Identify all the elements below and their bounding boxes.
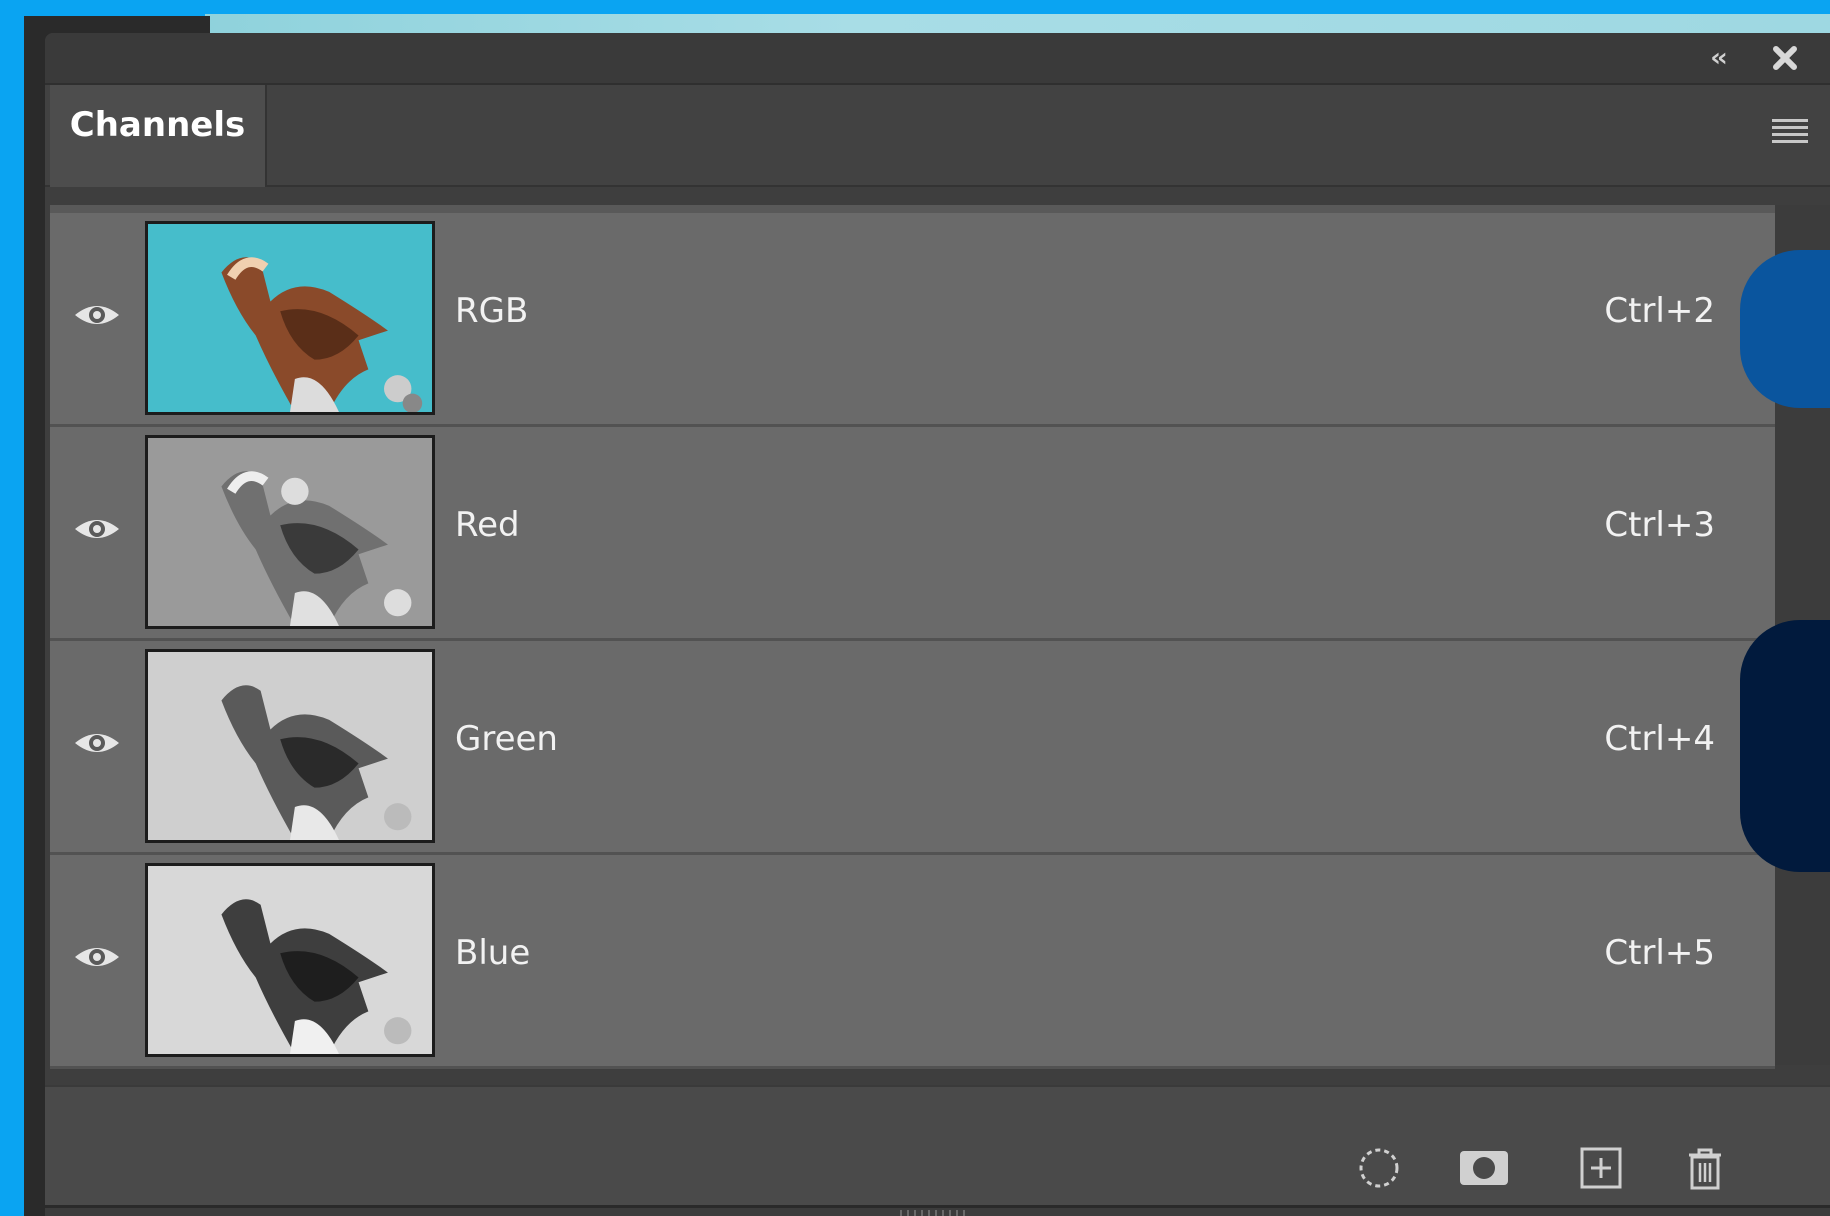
channel-name-green: Green	[455, 719, 558, 759]
channel-shortcut-blue: Ctrl+5	[1604, 933, 1715, 973]
tab-channels-label: Channels	[69, 105, 246, 145]
decorative-navy-shape	[1740, 620, 1830, 872]
visibility-toggle-red[interactable]	[72, 511, 122, 547]
channel-thumbnail-blue	[145, 863, 435, 1057]
visibility-toggle-rgb[interactable]	[72, 297, 122, 333]
new-channel-button[interactable]	[1577, 1145, 1625, 1191]
close-icon	[1773, 46, 1797, 70]
load-selection-icon	[1359, 1148, 1399, 1188]
channel-list: RGB Ctrl+2 Red Ctrl+3 Green Ctrl+4 Blue …	[50, 205, 1775, 1069]
delete-channel-button[interactable]	[1681, 1145, 1729, 1191]
panel-title-bar[interactable]: ‹‹	[45, 33, 1830, 85]
channel-row-blue[interactable]: Blue Ctrl+5	[50, 855, 1775, 1069]
channel-shortcut-red: Ctrl+3	[1604, 505, 1715, 545]
channels-panel: ‹‹ Channels RGB Ctrl+2 Red Ctrl+3 Green …	[45, 33, 1830, 1216]
eye-icon	[75, 306, 119, 324]
grip-lines	[900, 1210, 970, 1216]
decorative-blue-shape	[1740, 250, 1830, 408]
load-selection-button[interactable]	[1355, 1145, 1403, 1191]
tab-channels[interactable]: Channels	[50, 85, 267, 187]
visibility-toggle-green[interactable]	[72, 725, 122, 761]
close-panel-button[interactable]	[1770, 43, 1800, 73]
channel-thumbnail-rgb	[145, 221, 435, 415]
panel-menu-button[interactable]	[1770, 115, 1810, 147]
channel-shortcut-green: Ctrl+4	[1604, 719, 1715, 759]
eye-icon	[75, 520, 119, 538]
channel-thumbnail-green	[145, 649, 435, 843]
channel-row-green[interactable]: Green Ctrl+4	[50, 641, 1775, 855]
collapse-panel-button[interactable]: ‹‹	[1699, 43, 1735, 73]
panel-resize-grip[interactable]	[45, 1205, 1830, 1216]
new-channel-icon	[1580, 1147, 1622, 1189]
save-selection-as-channel-icon	[1460, 1151, 1508, 1185]
channel-name-red: Red	[455, 505, 520, 545]
visibility-toggle-blue[interactable]	[72, 939, 122, 975]
double-chevron-left-icon: ‹‹	[1710, 43, 1728, 73]
channel-name-blue: Blue	[455, 933, 531, 973]
hamburger-menu-icon	[1772, 119, 1808, 143]
save-selection-as-channel-button[interactable]	[1458, 1145, 1510, 1191]
panel-footer-toolbar	[45, 1085, 1830, 1207]
delete-channel-icon	[1689, 1148, 1721, 1190]
channel-thumbnail-red	[145, 435, 435, 629]
channel-shortcut-rgb: Ctrl+2	[1604, 291, 1715, 331]
channel-row-rgb[interactable]: RGB Ctrl+2	[50, 213, 1775, 427]
panel-tab-row: Channels	[45, 85, 1830, 187]
channel-name-rgb: RGB	[455, 291, 529, 331]
channel-row-red[interactable]: Red Ctrl+3	[50, 427, 1775, 641]
eye-icon	[75, 734, 119, 752]
eye-icon	[75, 948, 119, 966]
